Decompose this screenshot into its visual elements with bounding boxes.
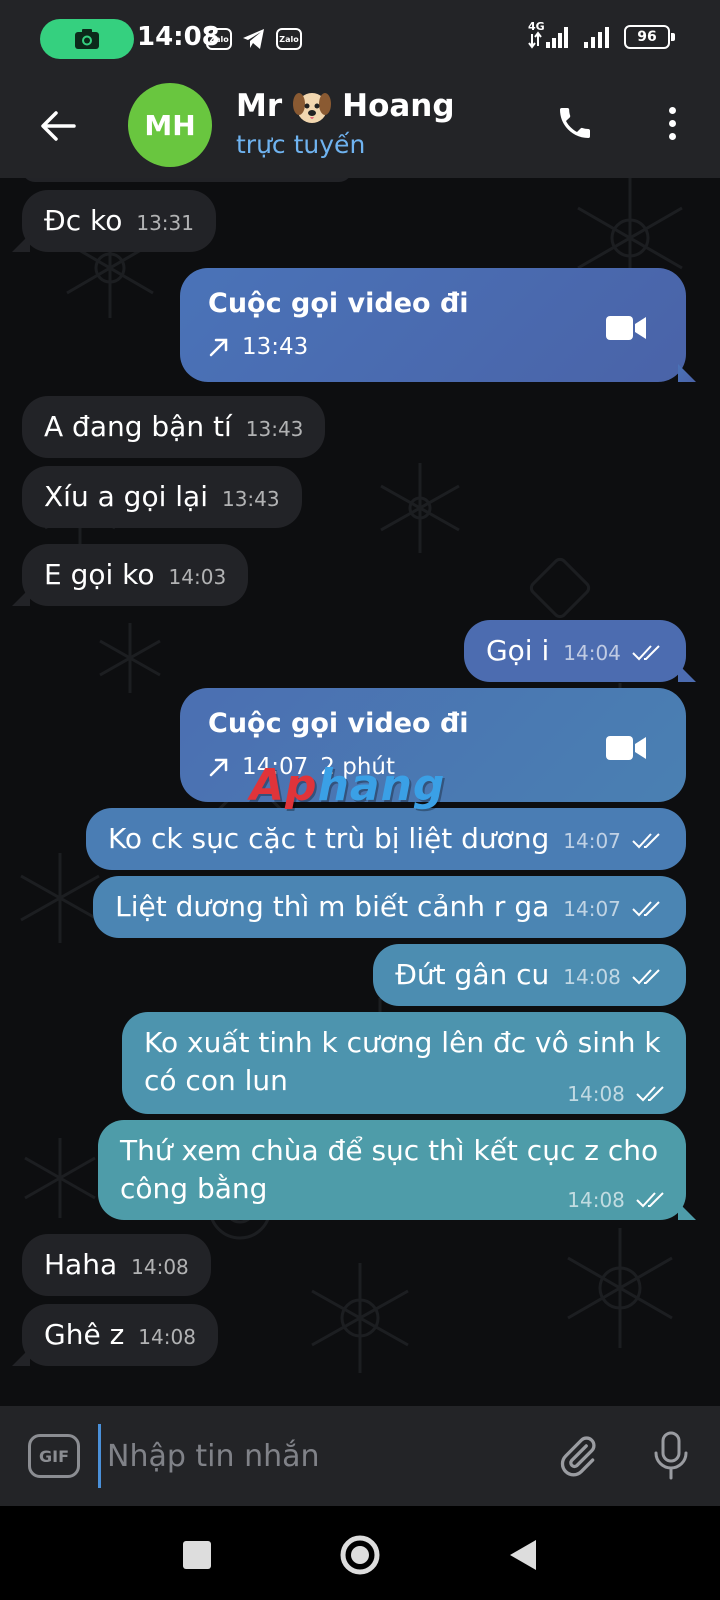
gif-button[interactable]: GIF <box>28 1434 80 1478</box>
message-text: Ko ck sục cặc t trù bị liệt dương <box>107 822 550 855</box>
message-composer: GIF <box>0 1406 720 1506</box>
arrow-outgoing-icon <box>209 758 228 777</box>
status-bar: 14:08 Zalo Zalo 4G 96 <box>0 0 720 78</box>
message-time: 14:07 <box>563 897 621 921</box>
watermark-logo: Aphang <box>250 760 446 811</box>
message-meta: 14:08 <box>553 1188 668 1212</box>
more-options-button[interactable] <box>650 98 694 148</box>
message-time: 14:08 <box>138 1325 196 1349</box>
zalo-icon: Zalo <box>206 26 232 52</box>
message-bubble-clipped <box>22 178 352 182</box>
status-indicators: 4G 96 <box>528 20 675 50</box>
contact-name[interactable]: Mr Hoang <box>236 86 455 126</box>
message-meta: 14:08 <box>553 1082 668 1106</box>
incoming-message[interactable]: A đang bận tí 13:43 <box>22 396 326 458</box>
double-check-icon <box>632 901 660 917</box>
avatar[interactable]: MH <box>128 83 212 167</box>
message-time: 13:43 <box>245 417 304 441</box>
incoming-message[interactable]: Đc ko 13:31 <box>22 190 216 252</box>
dot-icon <box>668 132 676 140</box>
system-navigation-bar <box>0 1506 720 1600</box>
triangle-back-icon <box>510 1540 536 1570</box>
signal-icon-2 <box>584 27 609 48</box>
outgoing-message[interactable]: Ko ck sục cặc t trù bị liệt dương 14:07 <box>85 808 686 870</box>
message-time: 14:08 <box>567 1082 625 1106</box>
message-time: 13:43 <box>221 487 280 511</box>
dot-icon <box>668 119 676 127</box>
attach-button[interactable] <box>552 1430 604 1482</box>
message-text: Ghê z <box>44 1318 125 1351</box>
video-camera-icon[interactable] <box>606 314 646 342</box>
message-time: 14:08 <box>567 1188 625 1212</box>
recent-apps-button[interactable] <box>174 1532 220 1578</box>
message-text: Đc ko <box>44 204 123 237</box>
call-title: Cuộc gọi video đi <box>208 288 469 319</box>
outgoing-message[interactable]: Liệt dương thì m biết cảnh r ga 14:07 <box>93 876 686 938</box>
message-time: 14:08 <box>563 965 621 989</box>
home-button[interactable] <box>337 1532 383 1578</box>
back-button[interactable] <box>28 96 88 156</box>
call-title: Cuộc gọi video đi <box>208 708 469 739</box>
incoming-message[interactable]: Ghê z 14:08 <box>22 1304 218 1366</box>
microphone-icon <box>654 1431 688 1480</box>
chat-header: MH Mr Hoang trực tuyến <box>0 78 720 178</box>
telegram-icon <box>242 26 266 52</box>
voice-call-button[interactable] <box>550 98 600 148</box>
message-time: 13:31 <box>136 211 194 235</box>
voice-record-button[interactable] <box>645 1426 697 1486</box>
double-check-icon <box>632 833 660 849</box>
message-text: Xíu a gọi lại <box>44 480 208 513</box>
double-check-icon <box>632 645 660 661</box>
arrow-outgoing-icon <box>209 338 228 357</box>
message-text: Đứt gân cu <box>395 958 550 991</box>
arrow-left-icon <box>41 111 76 141</box>
double-check-icon <box>636 1086 664 1102</box>
chat-area[interactable]: Đc ko 13:31 Cuộc gọi video đi 13:43 A đan… <box>0 178 720 1406</box>
contact-status: trực tuyến <box>236 130 366 159</box>
dog-emoji-icon <box>293 93 332 123</box>
paperclip-icon <box>560 1436 596 1477</box>
video-call-bubble[interactable]: Cuộc gọi video đi 13:43 <box>180 268 686 382</box>
message-text: Liệt dương thì m biết cảnh r ga <box>115 890 550 923</box>
message-text: Haha <box>44 1248 118 1281</box>
zalo-icon-2: Zalo <box>276 26 302 52</box>
outgoing-message[interactable]: Thứ xem chùa để sục thì kết cục z cho cô… <box>98 1120 686 1220</box>
incoming-message[interactable]: Xíu a gọi lại 13:43 <box>22 466 302 528</box>
battery-icon: 96 <box>624 25 675 49</box>
video-camera-icon[interactable] <box>606 734 646 762</box>
call-meta: 13:43 <box>208 334 308 360</box>
square-icon <box>183 1541 211 1569</box>
outgoing-message[interactable]: Đứt gân cu 14:08 <box>373 944 686 1006</box>
circle-icon <box>340 1535 380 1575</box>
back-nav-button[interactable] <box>500 1532 546 1578</box>
message-text: E gọi ko <box>44 558 155 591</box>
incoming-message[interactable]: E gọi ko 14:03 <box>22 544 249 606</box>
outgoing-message[interactable]: Gọi i 14:04 <box>463 620 686 682</box>
double-check-icon <box>636 1192 664 1208</box>
camera-icon <box>75 29 99 49</box>
screen-recorder-pill[interactable] <box>40 19 134 59</box>
signal-icon-1: 4G <box>528 20 572 50</box>
message-time: 14:07 <box>563 829 621 853</box>
message-time: 14:04 <box>563 641 621 665</box>
message-time: 14:08 <box>131 1255 189 1279</box>
double-check-icon <box>632 969 660 985</box>
message-time: 14:03 <box>168 565 227 589</box>
outgoing-message[interactable]: Ko xuất tinh k cương lên đc vô sinh k có… <box>122 1012 686 1114</box>
phone-icon <box>560 108 590 138</box>
incoming-message[interactable]: Haha 14:08 <box>22 1234 211 1296</box>
message-text: A đang bận tí <box>44 410 232 443</box>
message-text: Gọi i <box>485 634 550 667</box>
dot-icon <box>668 106 676 114</box>
message-input[interactable] <box>98 1424 518 1488</box>
